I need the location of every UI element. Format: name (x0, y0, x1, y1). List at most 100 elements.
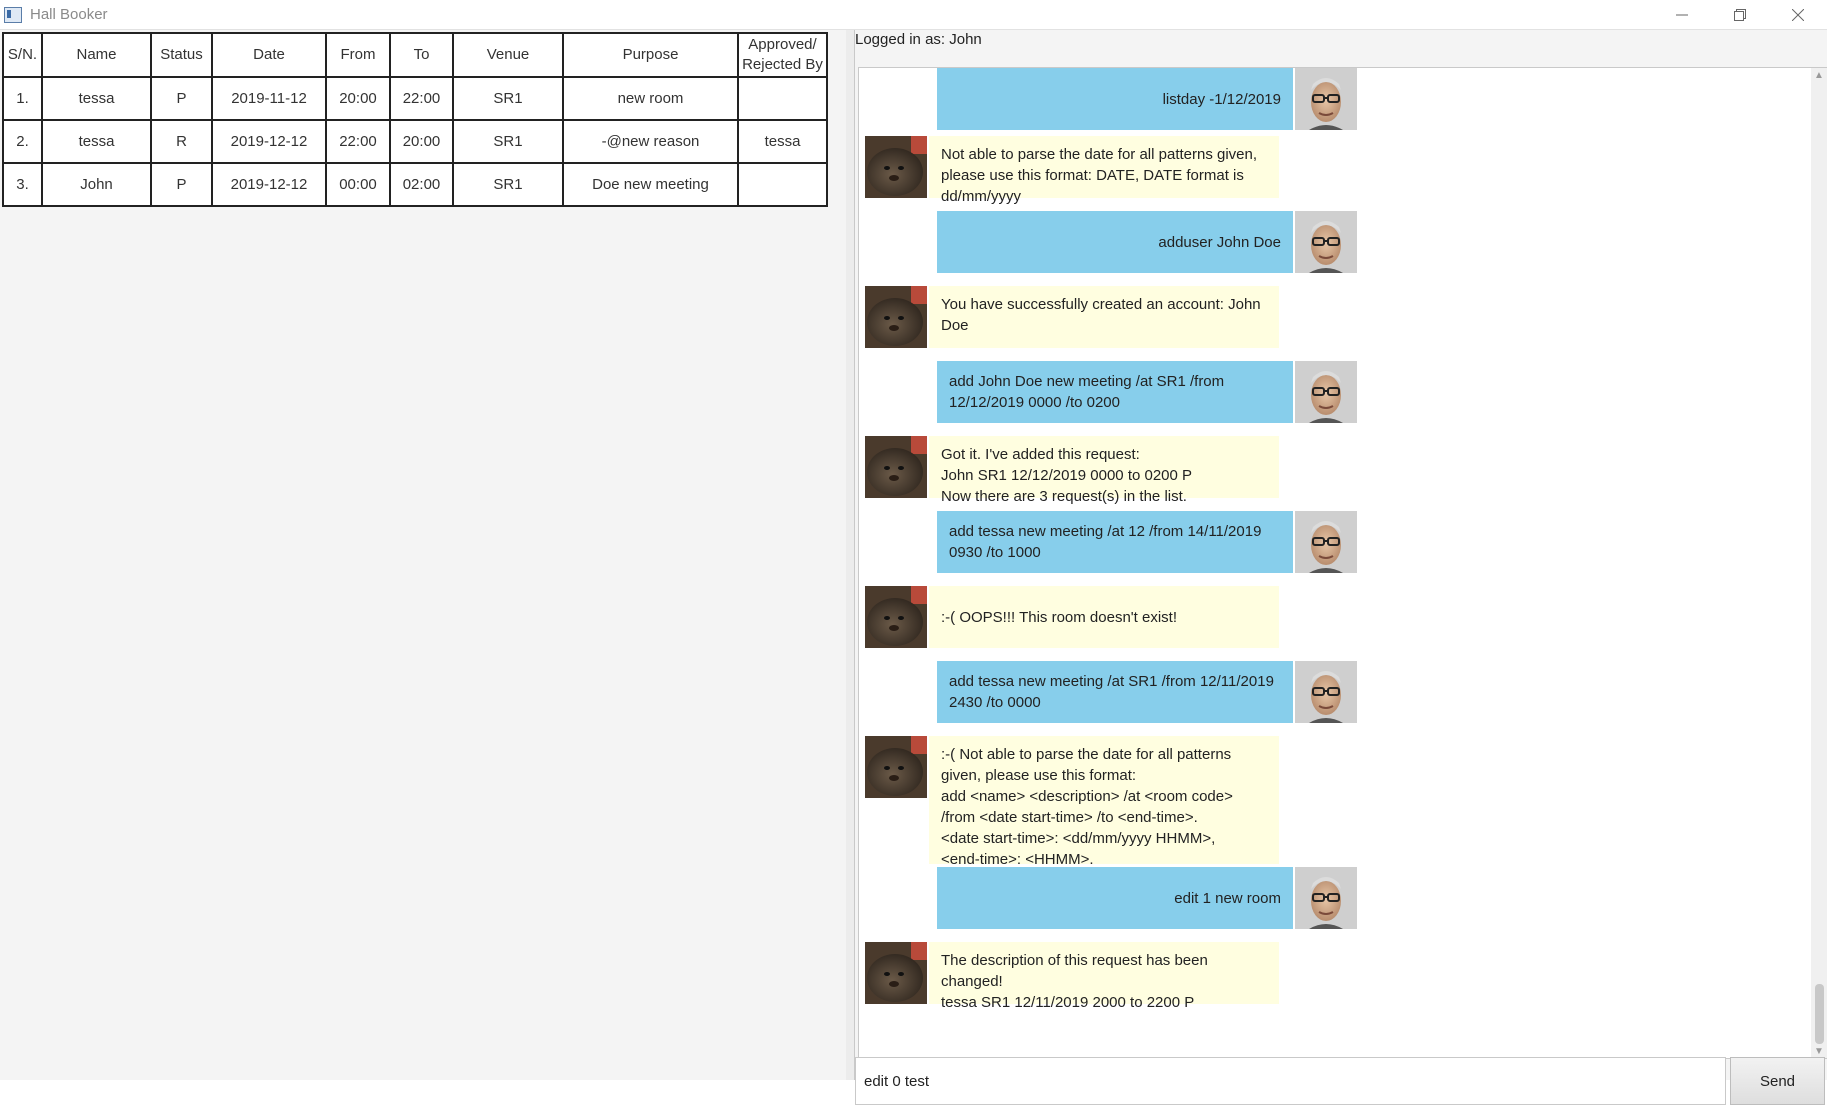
user-message: add John Doe new meeting /at SR1 /from 1… (859, 361, 1759, 423)
cell-status: P (150, 162, 213, 207)
bot-message-text: :-( OOPS!!! This room doesn't exist! (929, 586, 1279, 648)
cell-from: 00:00 (325, 162, 391, 207)
minimize-icon (1676, 14, 1688, 15)
app-icon (4, 6, 22, 23)
minimize-button[interactable] (1653, 0, 1711, 29)
bot-avatar-icon (865, 436, 927, 498)
cell-date: 2019-11-12 (211, 76, 327, 121)
user-avatar-icon (1295, 211, 1357, 273)
close-button[interactable] (1769, 0, 1827, 29)
bot-message: Not able to parse the date for all patte… (859, 136, 1759, 205)
cell-approver (737, 162, 828, 207)
restore-icon (1734, 8, 1746, 21)
cell-approver: tessa (737, 119, 828, 164)
title-bar: Hall Booker (0, 0, 1827, 30)
user-message-text: listday -1/12/2019 (937, 68, 1293, 130)
header-to[interactable]: To (389, 32, 454, 78)
cell-to: 20:00 (389, 119, 454, 164)
user-message: listday -1/12/2019 (859, 68, 1759, 130)
chat-scrollbar[interactable]: ▲ ▼ (1811, 68, 1827, 1058)
user-avatar (1295, 361, 1357, 423)
user-avatar (1295, 68, 1357, 130)
cell-date: 2019-12-12 (211, 162, 327, 207)
user-message: edit 1 new room (859, 867, 1759, 929)
command-input[interactable] (855, 1057, 1726, 1105)
bot-message-text: You have successfully created an account… (929, 286, 1279, 348)
restore-button[interactable] (1711, 0, 1769, 29)
user-avatar (1295, 511, 1357, 573)
cell-name: tessa (41, 119, 152, 164)
cell-venue: SR1 (452, 162, 564, 207)
bot-avatar (865, 286, 927, 348)
user-avatar (1295, 661, 1357, 723)
cell-venue: SR1 (452, 119, 564, 164)
bot-message-text: :-( Not able to parse the date for all p… (929, 736, 1279, 868)
bot-message: :-( Not able to parse the date for all p… (859, 736, 1759, 868)
table-row[interactable]: 3. John P 2019-12-12 00:00 02:00 SR1 Doe… (2, 162, 828, 207)
cell-purpose: Doe new meeting (562, 162, 739, 207)
cell-sn: 1. (2, 76, 43, 121)
cell-venue: SR1 (452, 76, 564, 121)
cell-status: P (150, 76, 213, 121)
user-message: add tessa new meeting /at 12 /from 14/11… (859, 511, 1759, 573)
cell-from: 20:00 (325, 76, 391, 121)
logged-in-label: Logged in as: John (855, 31, 982, 48)
bot-message-text: Not able to parse the date for all patte… (929, 136, 1279, 205)
bot-avatar (865, 736, 927, 798)
bot-avatar-icon (865, 286, 927, 348)
header-purpose[interactable]: Purpose (562, 32, 739, 78)
window-title: Hall Booker (30, 6, 108, 23)
table-row[interactable]: 2. tessa R 2019-12-12 22:00 20:00 SR1 -@… (2, 119, 828, 164)
bot-avatar (865, 136, 927, 198)
table-row[interactable]: 1. tessa P 2019-11-12 20:00 22:00 SR1 ne… (2, 76, 828, 121)
split-pane-divider[interactable] (846, 30, 855, 1080)
user-message-text: adduser John Doe (937, 211, 1293, 273)
header-from[interactable]: From (325, 32, 391, 78)
cell-date: 2019-12-12 (211, 119, 327, 164)
header-name[interactable]: Name (41, 32, 152, 78)
cell-sn: 3. (2, 162, 43, 207)
user-message: add tessa new meeting /at SR1 /from 12/1… (859, 661, 1759, 723)
bot-message: The description of this request has been… (859, 942, 1759, 1011)
bot-message-text: The description of this request has been… (929, 942, 1279, 1011)
user-message-text: edit 1 new room (937, 867, 1293, 929)
bot-avatar-icon (865, 942, 927, 1004)
window-controls (1653, 0, 1827, 29)
user-message-text: add tessa new meeting /at 12 /from 14/11… (937, 511, 1293, 573)
cell-status: R (150, 119, 213, 164)
send-button[interactable]: Send (1730, 1057, 1825, 1105)
bot-avatar (865, 436, 927, 498)
cell-purpose: -@new reason (562, 119, 739, 164)
bot-avatar (865, 942, 927, 1004)
user-avatar-icon (1295, 867, 1357, 929)
cell-to: 02:00 (389, 162, 454, 207)
cell-name: John (41, 162, 152, 207)
user-avatar (1295, 211, 1357, 273)
user-avatar-icon (1295, 511, 1357, 573)
user-avatar (1295, 867, 1357, 929)
user-message: adduser John Doe (859, 211, 1759, 273)
header-date[interactable]: Date (211, 32, 327, 78)
scroll-down-icon[interactable]: ▼ (1814, 1046, 1824, 1057)
user-avatar-icon (1295, 68, 1357, 130)
cell-name: tessa (41, 76, 152, 121)
cell-to: 22:00 (389, 76, 454, 121)
header-sn[interactable]: S/N. (2, 32, 43, 78)
user-message-text: add tessa new meeting /at SR1 /from 12/1… (937, 661, 1293, 723)
bot-message-text: Got it. I've added this request: John SR… (929, 436, 1279, 505)
table-header-row: S/N. Name Status Date From To Venue Purp… (2, 32, 828, 78)
cell-approver (737, 76, 828, 121)
header-status[interactable]: Status (150, 32, 213, 78)
header-venue[interactable]: Venue (452, 32, 564, 78)
bot-avatar (865, 586, 927, 648)
bot-message: You have successfully created an account… (859, 286, 1759, 348)
scrollbar-thumb[interactable] (1815, 984, 1824, 1044)
header-approved-rejected-by[interactable]: Approved/ Rejected By (737, 32, 828, 78)
cell-from: 22:00 (325, 119, 391, 164)
cell-purpose: new room (562, 76, 739, 121)
user-avatar-icon (1295, 661, 1357, 723)
chat-scroll-area[interactable]: ▲ ▼ listday -1/12/2019 Not able to parse … (858, 67, 1827, 1059)
bot-avatar-icon (865, 136, 927, 198)
bot-avatar-icon (865, 736, 927, 798)
scroll-up-icon[interactable]: ▲ (1814, 70, 1824, 81)
